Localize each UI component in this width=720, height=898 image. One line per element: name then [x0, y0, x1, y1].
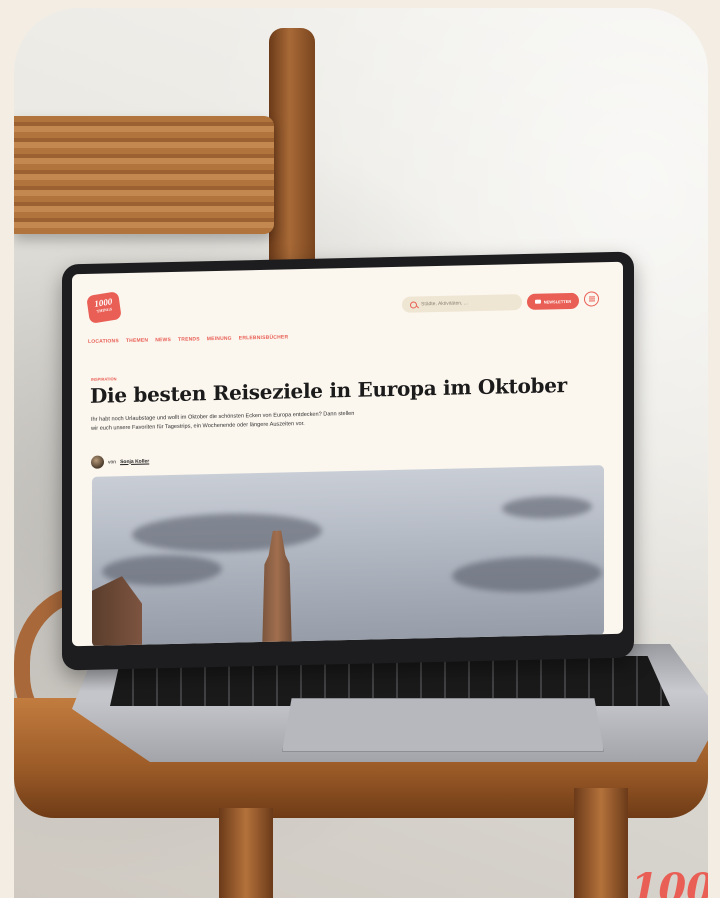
author-link[interactable]: Sonja Koller [120, 458, 149, 465]
search-placeholder: Städte, Aktivitäten, ... [421, 300, 468, 308]
building-silhouette [92, 576, 142, 647]
nav-item-themen[interactable]: THEMEN [126, 338, 148, 345]
avatar [91, 455, 104, 469]
laptop-lid: 1000 THINGS Städte, Aktivitäten, ... NEW… [62, 251, 634, 671]
cloud [132, 511, 322, 554]
search-icon [410, 300, 417, 309]
main-nav: LOCATIONS THEMEN NEWS TRENDS MEINUNG ERL… [88, 334, 288, 345]
nav-item-erlebnisbuecher[interactable]: ERLEBNISBÜCHER [239, 334, 288, 341]
nav-item-meinung[interactable]: MEINUNG [207, 336, 232, 343]
chair-back-rail [14, 116, 274, 234]
article-category[interactable]: INSPIRATION [91, 376, 116, 382]
chair-leg [219, 808, 273, 898]
article-lead: Ihr habt noch Urlaubstage und wollt im O… [91, 410, 355, 432]
hamburger-line [588, 300, 595, 302]
hamburger-line [588, 298, 595, 300]
nav-item-trends[interactable]: TRENDS [178, 336, 200, 342]
laptop-screen: 1000 THINGS Städte, Aktivitäten, ... NEW… [72, 261, 623, 647]
nav-item-news[interactable]: NEWS [155, 337, 171, 343]
search-input[interactable]: Städte, Aktivitäten, ... [402, 294, 522, 313]
photo-frame: 1000 THINGS Städte, Aktivitäten, ... NEW… [14, 8, 708, 898]
newsletter-label: NEWSLETTER [543, 298, 572, 305]
cloud [502, 495, 592, 520]
site-logo[interactable]: 1000 THINGS [86, 291, 122, 324]
author-byline: von Sonja Koller [91, 455, 149, 469]
logo-subtext: THINGS [96, 306, 113, 314]
hamburger-icon [588, 296, 595, 298]
menu-button[interactable] [584, 291, 599, 307]
mail-icon [534, 299, 541, 304]
author-prefix: von [108, 458, 117, 465]
corner-logo: 100 [630, 865, 709, 898]
hero-image [92, 465, 604, 647]
article-title: Die besten Reiseziele in Europa im Oktob… [90, 373, 567, 408]
nav-item-locations[interactable]: LOCATIONS [88, 338, 119, 345]
cloud [452, 555, 602, 594]
newsletter-button[interactable]: NEWSLETTER [527, 292, 579, 310]
laptop-trackpad [282, 698, 604, 752]
chair-leg [574, 788, 628, 898]
